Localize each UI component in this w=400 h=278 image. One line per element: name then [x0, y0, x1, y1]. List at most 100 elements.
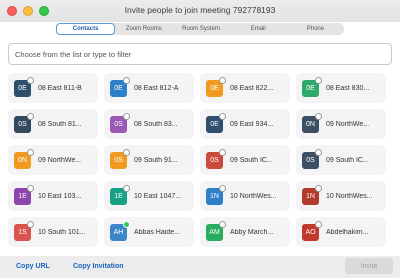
copy-invitation-button[interactable]: Copy Invitation: [73, 263, 124, 270]
avatar-initials: AM: [209, 228, 220, 236]
contact-card[interactable]: 1N 10 NorthWes...: [296, 181, 386, 211]
avatar-initials: AO: [305, 228, 316, 236]
contact-card[interactable]: 0E 08 East 822...: [200, 73, 290, 103]
avatar-initials: 0E: [210, 120, 219, 128]
contact-card[interactable]: AM Abby March...: [200, 217, 290, 247]
contact-name: 08 East 811-B: [38, 84, 82, 92]
contact-card[interactable]: 0N 09 NorthWe...: [8, 145, 98, 175]
status-indicator-icon: [315, 76, 322, 84]
avatar-initials: 0E: [18, 84, 27, 92]
avatar: AO: [302, 220, 322, 241]
status-indicator-icon: [219, 184, 226, 192]
avatar-initials: 0N: [18, 156, 27, 164]
tab-room-system[interactable]: Room System: [172, 23, 229, 35]
contact-name: 09 NorthWe...: [38, 156, 82, 164]
tab-zoom-rooms[interactable]: Zoom Rooms: [115, 23, 172, 35]
status-indicator-icon: [315, 112, 322, 120]
avatar-initials: 1E: [114, 192, 123, 200]
contact-card[interactable]: 0E 09 East 934...: [200, 109, 290, 139]
footer-bar: Copy URL Copy Invitation Invite: [0, 256, 400, 278]
avatar: 0E: [302, 76, 322, 97]
contact-grid: 0E 08 East 811-B 0E 08 East 812-A 0E 08 East …: [8, 73, 394, 247]
avatar: 0S: [14, 112, 34, 133]
avatar: 0E: [206, 112, 226, 133]
avatar: 1N: [206, 184, 226, 205]
invite-button[interactable]: Invite: [345, 258, 393, 274]
avatar-initials: 1S: [18, 228, 27, 236]
contact-card[interactable]: AO Abdelhakim...: [296, 217, 386, 247]
avatar-initials: 0S: [18, 120, 27, 128]
filter-input[interactable]: [8, 43, 392, 65]
avatar: 1E: [14, 184, 34, 205]
contact-name: 08 South 81...: [38, 120, 82, 128]
contact-card[interactable]: 0S 09 South IC...: [296, 145, 386, 175]
tab-contacts[interactable]: Contacts: [56, 23, 116, 35]
contact-card[interactable]: 1E 10 East 103...: [8, 181, 98, 211]
contact-name: 09 South 91...: [134, 156, 178, 164]
contact-card[interactable]: 1N 10 NorthWes...: [200, 181, 290, 211]
avatar-initials: 0E: [210, 84, 219, 92]
window-title: Invite people to join meeting 792778193: [124, 5, 276, 15]
avatar: 1N: [302, 184, 322, 205]
contact-name: 10 NorthWes...: [326, 192, 373, 200]
avatar-initials: 0S: [306, 156, 315, 164]
contact-card[interactable]: 0S 09 South IC...: [200, 145, 290, 175]
avatar: 0E: [206, 76, 226, 97]
avatar: 0E: [110, 76, 130, 97]
status-indicator-icon: [27, 220, 34, 228]
contact-card[interactable]: 0S 08 South 81...: [8, 109, 98, 139]
avatar: AM: [206, 220, 226, 241]
avatar: 0S: [110, 112, 130, 133]
status-indicator-icon: [315, 148, 322, 156]
contact-card[interactable]: AH Abbas Haide...: [104, 217, 194, 247]
title-bar: Invite people to join meeting 792778193: [0, 0, 400, 23]
status-indicator-icon: [123, 184, 130, 192]
avatar: 0E: [14, 76, 34, 97]
status-indicator-icon: [219, 148, 226, 156]
status-indicator-icon: [27, 184, 34, 192]
contact-name: Abbas Haide...: [134, 228, 180, 236]
contact-name: 08 East 812-A: [134, 84, 179, 92]
avatar: 1S: [14, 220, 34, 241]
status-indicator-icon: [123, 112, 130, 120]
avatar-initials: 0S: [114, 120, 123, 128]
avatar-initials: 1E: [18, 192, 27, 200]
copy-url-button[interactable]: Copy URL: [16, 263, 50, 270]
avatar: 0S: [206, 148, 226, 169]
contact-card[interactable]: 0N 09 NorthWe...: [296, 109, 386, 139]
contact-card[interactable]: 0S 09 South 91...: [104, 145, 194, 175]
contact-card[interactable]: 0E 08 East 830...: [296, 73, 386, 103]
avatar: 0S: [110, 148, 130, 169]
avatar-initials: 0N: [306, 120, 315, 128]
contact-name: 08 East 822...: [230, 84, 274, 92]
avatar: 0N: [302, 112, 322, 133]
contact-name: 09 East 934...: [230, 120, 274, 128]
contact-name: 10 South 101...: [38, 228, 86, 236]
status-indicator-icon: [123, 220, 130, 228]
tab-email[interactable]: Email: [230, 23, 287, 35]
avatar-initials: 0S: [114, 156, 123, 164]
status-indicator-icon: [123, 148, 130, 156]
status-indicator-icon: [219, 112, 226, 120]
avatar: AH: [110, 220, 130, 241]
tab-bar: Contacts Zoom Rooms Room System Email Phone: [56, 23, 344, 35]
contact-name: 10 East 1047...: [134, 192, 182, 200]
contact-name: 09 South IC...: [326, 156, 369, 164]
contact-name: 10 East 103...: [38, 192, 82, 200]
contact-card[interactable]: 0S 08 South 83...: [104, 109, 194, 139]
avatar-initials: 1N: [210, 192, 219, 200]
contact-card[interactable]: 0E 08 East 811-B: [8, 73, 98, 103]
status-indicator-icon: [315, 220, 322, 228]
invite-panel: Contacts Zoom Rooms Room System Email Phone …: [0, 22, 400, 256]
status-indicator-icon: [219, 220, 226, 228]
avatar-initials: AH: [113, 228, 124, 236]
status-indicator-icon: [123, 76, 130, 84]
contact-card[interactable]: 0E 08 East 812-A: [104, 73, 194, 103]
contact-name: 08 East 830...: [326, 84, 370, 92]
avatar-initials: 0E: [114, 84, 123, 92]
status-indicator-icon: [315, 184, 322, 192]
tab-phone[interactable]: Phone: [287, 23, 344, 35]
status-indicator-icon: [27, 76, 34, 84]
contact-card[interactable]: 1S 10 South 101...: [8, 217, 98, 247]
contact-card[interactable]: 1E 10 East 1047...: [104, 181, 194, 211]
